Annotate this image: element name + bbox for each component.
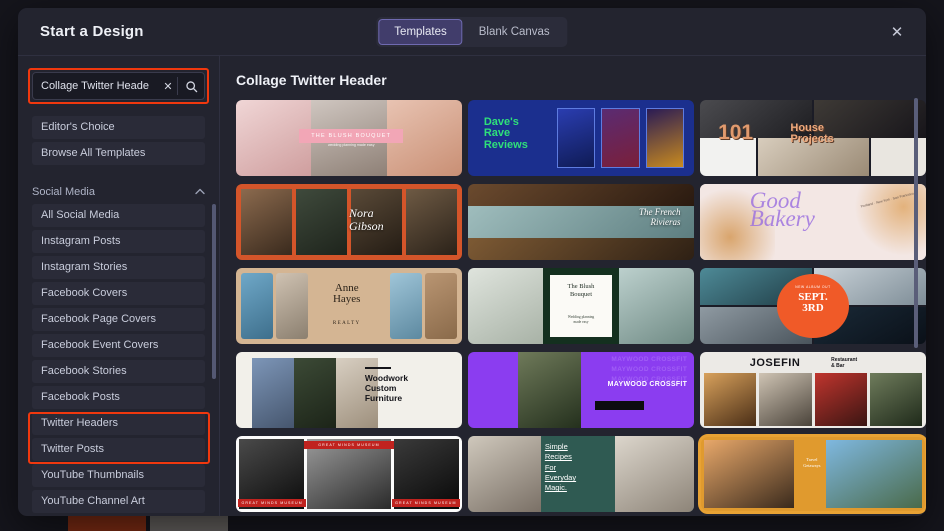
sidebar-item-browse-all-templates[interactable]: Browse All Templates	[32, 142, 205, 165]
sidebar-item-twitter-posts[interactable]: Twitter Posts	[32, 438, 205, 461]
sidebar-item-all-social-media[interactable]: All Social Media	[32, 204, 205, 227]
template-card-101-house-projects[interactable]: 101 House Projects	[700, 100, 926, 176]
sidebar-item-facebook-event-covers[interactable]: Facebook Event Covers	[32, 334, 205, 357]
search-input[interactable]	[33, 80, 159, 92]
clear-search-icon[interactable]: ✕	[159, 80, 177, 93]
sidebar-item-youtube-thumbnails[interactable]: YouTube Thumbnails	[32, 464, 205, 487]
search-area: ✕	[28, 68, 209, 104]
sidebar-item-instagram-posts[interactable]: Instagram Posts	[32, 230, 205, 253]
template-card-simple-recipes-everyday-magic[interactable]: Simple Recipes For Everyday Magic.	[468, 436, 694, 512]
sidebar-list: All Social Media Instagram Posts Instagr…	[18, 204, 219, 513]
template-card-daves-rave-reviews[interactable]: Dave's Rave Reviews	[468, 100, 694, 176]
dialog-title: Start a Design	[40, 23, 144, 40]
template-card-maywood-crossfit[interactable]: MAYWOOD CROSSFIT MAYWOOD CROSSFIT MAYWOO…	[468, 352, 694, 428]
template-card-great-minds-museum[interactable]: GREAT MINDS MUSEUM GREAT MINDS MUSEUM GR…	[236, 436, 462, 512]
sidebar-item-facebook-page-covers[interactable]: Facebook Page Covers	[32, 308, 205, 331]
start-a-design-dialog: Start a Design Templates Blank Canvas ✕ …	[18, 8, 926, 516]
template-card-josefin-restaurant-bar[interactable]: JOSEFIN Restaurant & Bar	[700, 352, 926, 428]
results-scrollbar[interactable]	[914, 98, 918, 348]
tab-blank-canvas[interactable]: Blank Canvas	[463, 19, 566, 45]
sidebar-item-youtube-channel-art[interactable]: YouTube Channel Art	[32, 490, 205, 513]
template-card-the-french-rivieras[interactable]: The French Rivieras	[468, 184, 694, 260]
template-card-good-bakery[interactable]: Good Bakery Portland · New York · San Fr…	[700, 184, 926, 260]
sidebar-item-editors-choice[interactable]: Editor's Choice	[32, 116, 205, 139]
sidebar: ✕ Editor's Choice Browse All Templates S…	[18, 56, 220, 516]
template-card-travel-getaways[interactable]: Travel Getaways	[698, 434, 926, 514]
chevron-up-icon[interactable]	[195, 187, 205, 197]
sidebar-item-facebook-posts[interactable]: Facebook Posts	[32, 386, 205, 409]
tab-templates[interactable]: Templates	[378, 18, 463, 45]
template-card-woodwork-custom-furniture[interactable]: Woodwork Custom Furniture	[236, 352, 462, 428]
dialog-titlebar: Start a Design Templates Blank Canvas ✕	[18, 8, 926, 56]
dialog-body: ✕ Editor's Choice Browse All Templates S…	[18, 56, 926, 516]
results-title: Collage Twitter Header	[236, 72, 387, 88]
sidebar-item-facebook-stories[interactable]: Facebook Stories	[32, 360, 205, 383]
mode-tabs: Templates Blank Canvas	[376, 16, 568, 47]
template-card-the-blush-bouquet-wedding[interactable]: THE BLUSH BOUQUET wedding planning made …	[236, 100, 462, 176]
template-results-panel: Collage Twitter Header THE BLUSH BOUQUET…	[220, 56, 926, 516]
template-card-new-album-sept-3rd[interactable]: NEW ALBUM OUT SEPT. 3RD	[700, 268, 926, 344]
template-card-nora-gibson[interactable]: Nora Gibson	[236, 184, 462, 260]
sidebar-item-instagram-stories[interactable]: Instagram Stories	[32, 256, 205, 279]
template-card-the-blush-bouquet-card[interactable]: The Blush Bouquet Wedding planning made …	[468, 268, 694, 344]
sidebar-group-social-media[interactable]: Social Media	[32, 186, 205, 198]
search-box[interactable]: ✕	[32, 72, 205, 100]
sidebar-scrollbar[interactable]	[212, 204, 216, 379]
template-card-anne-hayes-realty[interactable]: Anne Hayes REALTY	[236, 268, 462, 344]
sidebar-group-label: Social Media	[32, 186, 95, 198]
sidebar-item-facebook-covers[interactable]: Facebook Covers	[32, 282, 205, 305]
sidebar-item-twitter-headers[interactable]: Twitter Headers	[32, 412, 205, 435]
search-icon[interactable]	[178, 80, 204, 93]
close-icon[interactable]: ✕	[884, 19, 910, 45]
template-grid: THE BLUSH BOUQUET wedding planning made …	[236, 100, 926, 514]
